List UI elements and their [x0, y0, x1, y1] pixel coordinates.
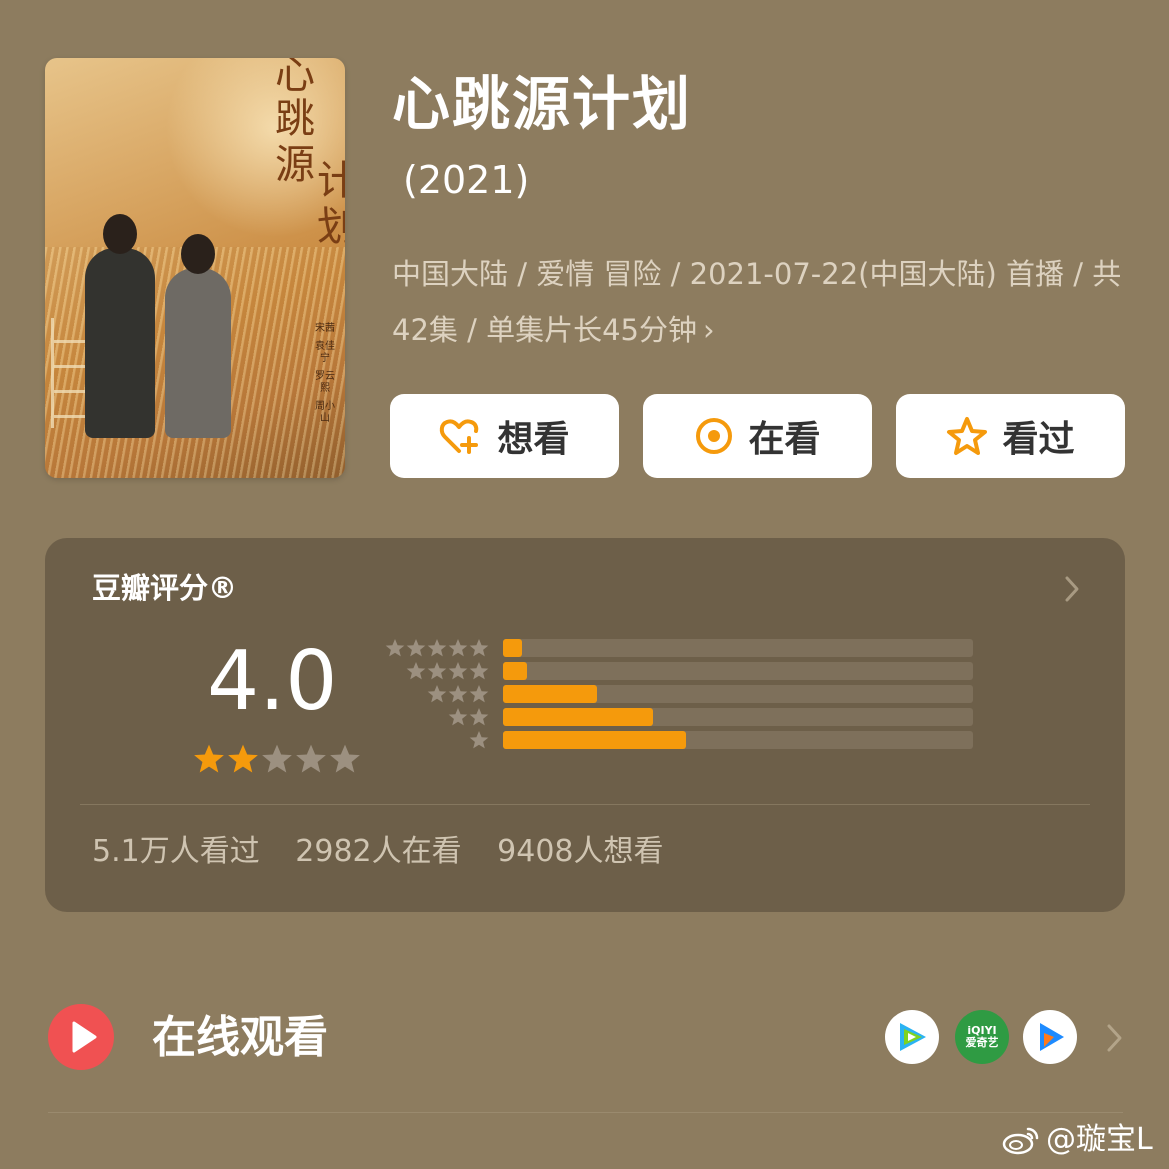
- watched-button[interactable]: 看过: [896, 394, 1125, 478]
- star-icon: [385, 639, 405, 657]
- rating-distribution-row: [385, 730, 985, 750]
- rating-row-stars: [426, 684, 489, 704]
- poster-title-char: 计: [317, 158, 345, 204]
- rating-distribution: [385, 638, 985, 758]
- star-outline-icon: [947, 417, 988, 455]
- rating-row-stars: [405, 661, 489, 681]
- rating-row-stars: [468, 730, 489, 750]
- star-icon: [427, 685, 447, 703]
- youku-icon[interactable]: [1023, 1010, 1077, 1064]
- tencent-video-icon[interactable]: [885, 1010, 939, 1064]
- chevron-right-icon: ›: [703, 313, 715, 347]
- star-icon: [469, 685, 489, 703]
- rating-bar: [503, 708, 653, 726]
- star-icon: [448, 708, 468, 726]
- movie-meta-text: 中国大陆 / 爱情 冒险 / 2021-07-22(中国大陆) 首播 / 共42…: [392, 257, 1122, 347]
- rating-distribution-row: [385, 707, 985, 727]
- star-icon: [427, 662, 447, 680]
- play-icon: [48, 1004, 114, 1070]
- star-empty-icon: [262, 744, 292, 773]
- movie-detail-page: 心 跳 源 计 划 宋茜 袁佳宁 罗云熙 周小山 心跳源计划 (2021) 中国…: [0, 0, 1169, 1169]
- star-icon: [406, 639, 426, 657]
- star-icon: [469, 731, 489, 749]
- watched-label: 看过: [1002, 419, 1075, 460]
- rating-bar: [503, 685, 597, 703]
- rating-row-stars: [447, 707, 489, 727]
- star-icon: [448, 685, 468, 703]
- poster-figure-female: [165, 234, 231, 438]
- want-to-watch-button[interactable]: 想看: [390, 394, 619, 478]
- poster-cast-name: 宋茜: [315, 323, 335, 334]
- star-icon: [469, 708, 489, 726]
- rating-bar-track: [503, 685, 973, 703]
- star-filled-icon: [194, 744, 224, 773]
- poster-title-char: 心: [275, 58, 315, 98]
- movie-year: (2021): [403, 158, 530, 202]
- watching-label: 在看: [748, 419, 821, 460]
- rating-label: 豆瓣评分®: [92, 571, 238, 605]
- rating-bar-track: [503, 731, 973, 749]
- watermark-text: @璇宝L: [1046, 1122, 1153, 1157]
- target-icon: [696, 418, 733, 454]
- rating-bar-track: [503, 639, 973, 657]
- watching-button[interactable]: 在看: [643, 394, 872, 478]
- movie-title: 心跳源计划: [392, 70, 693, 138]
- iqiyi-logo: iQIYI 爱奇艺: [966, 1025, 999, 1049]
- want-count: 9408人想看: [497, 834, 664, 869]
- weibo-watermark: @璇宝L: [1002, 1120, 1153, 1160]
- douban-rating-card[interactable]: 豆瓣评分® 4.0 5.1万人看过 2982人在看 9408人想看: [45, 538, 1125, 912]
- rating-bar: [503, 731, 686, 749]
- watched-count: 5.1万人看过: [92, 834, 260, 869]
- heart-plus-icon: [440, 419, 479, 454]
- poster-cast-name: 罗云熙: [315, 371, 335, 394]
- rating-stars: [193, 743, 363, 775]
- rating-bar: [503, 662, 527, 680]
- rating-bar-track: [503, 708, 973, 726]
- rating-distribution-row: [385, 684, 985, 704]
- online-watch-title[interactable]: 在线观看: [152, 1008, 328, 1068]
- poster-title-char: 跳: [275, 96, 315, 142]
- youku-logo: [1040, 1023, 1064, 1051]
- iqiyi-logo-bottom: 爱奇艺: [965, 1036, 999, 1049]
- chevron-right-icon[interactable]: [1104, 1022, 1126, 1054]
- poster-title-calligraphy: 心 跳 源 计 划: [233, 58, 345, 288]
- star-icon: [469, 639, 489, 657]
- star-empty-icon: [330, 744, 360, 773]
- star-empty-icon: [296, 744, 326, 773]
- chevron-right-icon[interactable]: [1062, 574, 1082, 604]
- poster-title-char: 源: [275, 142, 315, 188]
- star-icon: [406, 662, 426, 680]
- star-filled-icon: [228, 744, 258, 773]
- divider: [48, 1112, 1123, 1113]
- poster-cast-name: 袁佳宁: [315, 341, 335, 364]
- poster-title-char: 划: [317, 204, 345, 250]
- star-icon: [427, 639, 447, 657]
- poster-cast: 宋茜 袁佳宁 罗云熙 周小山: [315, 323, 335, 425]
- play-triangle-icon: [72, 1021, 97, 1053]
- star-icon: [469, 662, 489, 680]
- rating-distribution-row: [385, 661, 985, 681]
- rating-score: 4.0: [207, 634, 338, 729]
- movie-poster[interactable]: 心 跳 源 计 划 宋茜 袁佳宁 罗云熙 周小山: [45, 58, 345, 478]
- movie-meta-info[interactable]: 中国大陆 / 爱情 冒险 / 2021-07-22(中国大陆) 首播 / 共42…: [392, 246, 1122, 358]
- iqiyi-icon[interactable]: iQIYI 爱奇艺: [955, 1010, 1009, 1064]
- rating-bar-track: [503, 662, 973, 680]
- want-to-watch-label: 想看: [497, 419, 570, 460]
- tencent-video-logo: [900, 1023, 926, 1051]
- rating-bar: [503, 639, 522, 657]
- star-icon: [448, 662, 468, 680]
- divider: [80, 804, 1090, 805]
- rating-row-stars: [384, 638, 489, 658]
- star-icon: [448, 639, 468, 657]
- rating-stats: 5.1万人看过 2982人在看 9408人想看: [92, 830, 690, 874]
- watching-count: 2982人在看: [295, 834, 462, 869]
- weibo-icon: [1002, 1127, 1039, 1155]
- poster-figure-male: [85, 214, 155, 438]
- rating-distribution-row: [385, 638, 985, 658]
- poster-cast-name: 周小山: [315, 401, 335, 424]
